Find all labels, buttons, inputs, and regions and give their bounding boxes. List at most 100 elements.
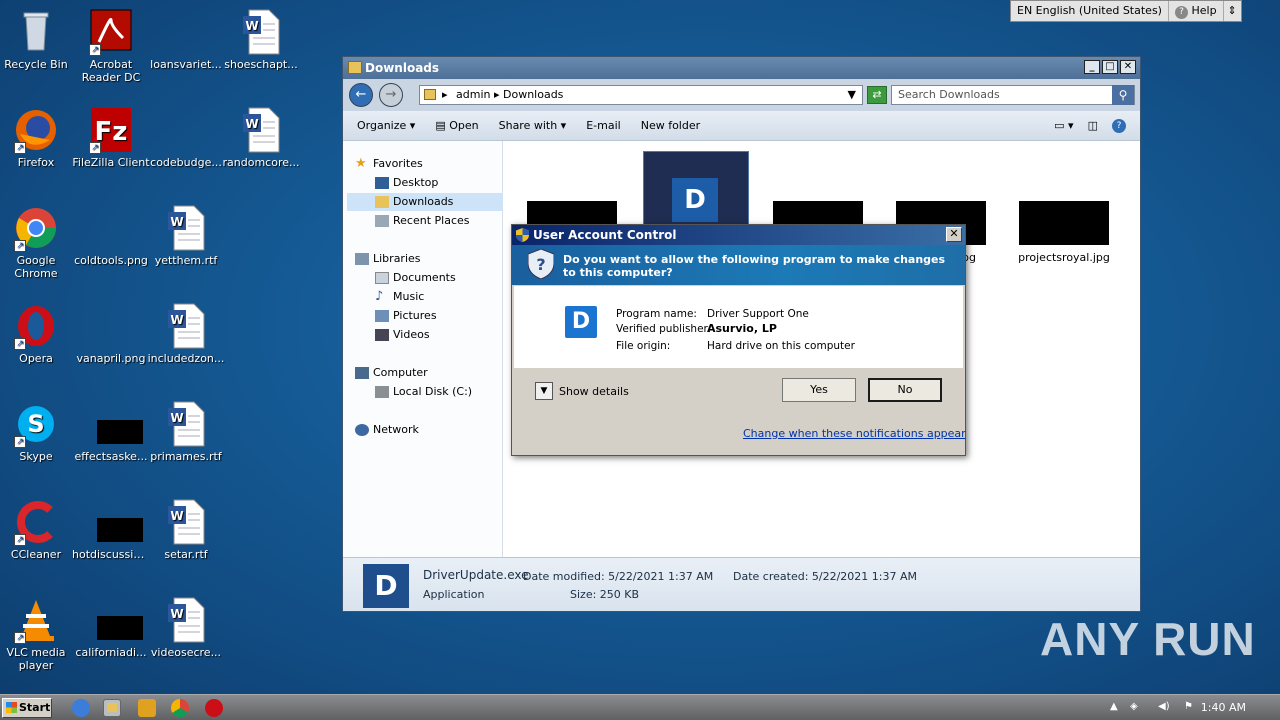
desktop-icon-coldtools[interactable]: coldtools.png: [72, 204, 150, 267]
taskbar-clock[interactable]: 1:40 AM: [1201, 701, 1246, 714]
desktop-icon-primames[interactable]: W primames.rtf: [147, 400, 225, 463]
desktop-icon-hotdiscussio[interactable]: hotdiscussio...: [72, 498, 150, 561]
uac-program-info: D Program name: Driver Support One Verif…: [514, 286, 963, 368]
chrome-taskbar-icon[interactable]: [171, 699, 189, 717]
desktop-icon-setar[interactable]: W setar.rtf: [147, 498, 225, 561]
file-selected-driverupdate[interactable]: D: [643, 151, 749, 231]
close-button[interactable]: ✕: [1120, 60, 1136, 74]
dropdown-arrow-icon[interactable]: ▼: [848, 86, 856, 104]
desktop-icon-vanapril[interactable]: vanapril.png: [72, 302, 150, 365]
nav-videos[interactable]: Videos: [375, 326, 430, 344]
organize-menu[interactable]: Organize ▾: [357, 119, 415, 132]
change-notifications-link[interactable]: Change when these notifications appear: [743, 427, 966, 440]
nav-desktop[interactable]: Desktop: [375, 174, 438, 192]
nav-downloads[interactable]: Downloads: [347, 193, 503, 211]
network-tray-icon[interactable]: ⚑: [1184, 701, 1196, 713]
back-button[interactable]: ←: [349, 83, 373, 107]
shortcut-arrow-icon: ↗: [14, 338, 26, 350]
breadcrumb-downloads[interactable]: Downloads: [503, 88, 563, 101]
desktop-icon-videosecre[interactable]: W videosecre...: [147, 596, 225, 659]
details-date-created: Date created: 5/22/2021 1:37 AM: [733, 570, 918, 583]
forward-button[interactable]: →: [379, 83, 403, 107]
email-button[interactable]: E-mail: [586, 119, 621, 132]
volume-icon[interactable]: ◀): [1158, 701, 1170, 713]
desktop-icon-recycle-bin[interactable]: Recycle Bin: [0, 8, 75, 71]
network-icon: [355, 424, 369, 436]
nav-recent-places[interactable]: Recent Places: [375, 212, 470, 230]
ccleaner-icon: ↗: [12, 498, 60, 546]
desktop-icon-ccleaner[interactable]: ↗ CCleaner: [0, 498, 75, 561]
nav-libraries[interactable]: Libraries: [355, 250, 421, 268]
nav-local-disk[interactable]: Local Disk (C:): [375, 383, 473, 401]
media-player-icon[interactable]: [138, 699, 156, 717]
start-button[interactable]: Start: [2, 698, 52, 718]
open-button[interactable]: ▤ Open: [435, 119, 478, 132]
desktop-icon-includedzon[interactable]: W includedzon...: [147, 302, 225, 365]
nav-computer[interactable]: Computer: [355, 364, 428, 382]
address-bar[interactable]: ▸ admin ▸ Downloads ▼: [419, 85, 863, 105]
nav-pictures[interactable]: Pictures: [375, 307, 437, 325]
show-details-label[interactable]: Show details: [559, 385, 629, 398]
yes-button[interactable]: Yes: [782, 378, 856, 402]
desktop-icon-shoeschapt[interactable]: W shoeschapt...: [222, 8, 300, 71]
videos-icon: [375, 329, 389, 341]
preview-pane-icon[interactable]: ◫: [1088, 119, 1098, 133]
file-thumbnail-projectsroyal[interactable]: [1019, 201, 1109, 245]
breadcrumb-admin[interactable]: admin: [456, 88, 490, 101]
share-with-menu[interactable]: Share with ▾: [499, 119, 567, 132]
desktop-icon-loansvariet[interactable]: loansvariet...: [147, 8, 225, 71]
new-folder-button[interactable]: New folder: [641, 119, 700, 132]
help-icon: ?: [1174, 6, 1188, 19]
opera-icon: ↗: [12, 302, 60, 350]
breadcrumb-separator-icon: ▸: [493, 88, 503, 101]
driver-support-app-icon: D: [672, 178, 718, 222]
nav-label: Documents: [393, 271, 456, 284]
refresh-icon[interactable]: ⇄: [867, 86, 887, 104]
desktop-icon-label: hotdiscussio...: [72, 548, 150, 561]
help-button[interactable]: ? Help: [1169, 1, 1224, 21]
computer-icon: [355, 367, 369, 379]
nav-favorites[interactable]: ★ Favorites: [355, 155, 423, 173]
action-center-icon[interactable]: ◈: [1130, 701, 1142, 713]
minimize-button[interactable]: _: [1084, 60, 1100, 74]
maximize-button[interactable]: □: [1102, 60, 1118, 74]
desktop-icon-chrome[interactable]: ↗ Google Chrome: [0, 204, 75, 280]
uac-shield-icon: [516, 228, 529, 242]
desktop-icon-label: setar.rtf: [164, 548, 208, 561]
nav-label: Local Disk (C:): [393, 385, 473, 398]
watermark-text: ANY RUN: [1040, 613, 1256, 665]
explorer-taskbar-icon[interactable]: [103, 699, 121, 717]
desktop-icon-effectsaske[interactable]: effectsaske...: [72, 400, 150, 463]
uac-title-bar[interactable]: User Account Control ✕: [512, 225, 965, 245]
nav-music[interactable]: ♪ Music: [375, 288, 424, 306]
search-icon[interactable]: ⚲: [1112, 85, 1134, 105]
desktop-icon-opera[interactable]: ↗ Opera: [0, 302, 75, 365]
show-details-toggle[interactable]: ▼: [535, 382, 553, 400]
desktop-icon-filezilla[interactable]: Fz ↗ FileZilla Client: [72, 106, 150, 169]
desktop-icon-vlc[interactable]: ↗ VLC media player: [0, 596, 75, 672]
explorer-title-bar[interactable]: Downloads _ □ ✕: [343, 57, 1140, 79]
show-hidden-icons-icon[interactable]: ▲: [1110, 701, 1122, 713]
opera-taskbar-icon[interactable]: [205, 699, 223, 717]
desktop-icon-californiadi[interactable]: californiadi...: [72, 596, 150, 659]
desktop-icon-randomcore[interactable]: W randomcore...: [222, 106, 300, 169]
open-icon: ▤: [435, 119, 446, 132]
change-view-icon[interactable]: ▭ ▾: [1054, 119, 1073, 133]
desktop-icon-codebudge[interactable]: codebudge...: [147, 106, 225, 169]
desktop-icon-skype[interactable]: S ↗ Skype: [0, 400, 75, 463]
desktop-icon-acrobat[interactable]: ↗ Acrobat Reader DC: [72, 8, 150, 84]
language-bar-options-icon[interactable]: ⇕: [1224, 1, 1241, 21]
language-selector[interactable]: EN English (United States): [1011, 1, 1169, 21]
uac-dialog[interactable]: User Account Control ✕ ? Do you want to …: [511, 224, 966, 456]
desktop-icon-label: Google Chrome: [14, 254, 58, 280]
nav-documents[interactable]: Documents: [375, 269, 456, 287]
desktop-icon-yetthem[interactable]: W yetthem.rtf: [147, 204, 225, 267]
close-button[interactable]: ✕: [946, 227, 962, 242]
no-button[interactable]: No: [868, 378, 942, 402]
help-icon[interactable]: ?: [1112, 118, 1126, 133]
navigation-bar: ← → ▸ admin ▸ Downloads ▼ ⇄ Search Downl…: [343, 79, 1140, 111]
desktop-icon-firefox[interactable]: ↗ Firefox: [0, 106, 75, 169]
search-input[interactable]: Search Downloads ⚲: [891, 85, 1135, 105]
nav-network[interactable]: Network: [355, 421, 419, 439]
internet-explorer-icon[interactable]: [72, 699, 90, 717]
